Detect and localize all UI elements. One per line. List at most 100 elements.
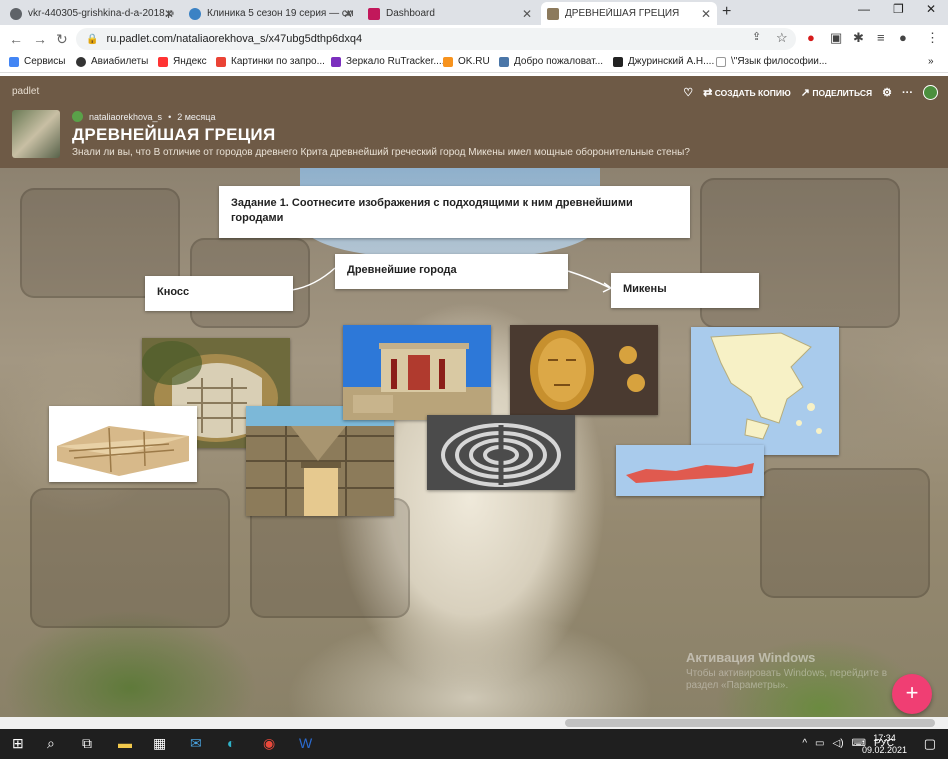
mycenae-card[interactable]: Микены	[611, 273, 759, 308]
install-icon[interactable]: ⇪	[752, 30, 761, 43]
windows-watermark-title: Активация Windows	[686, 650, 816, 665]
tab-title: vkr-440305-grishkina-d-a-2018.pdf	[28, 8, 174, 19]
reload-icon[interactable]: ↻	[56, 31, 68, 48]
browser-tab[interactable]: Dashboard ✕	[362, 2, 538, 25]
padlet-thumbnail	[12, 110, 60, 158]
bookmark-item[interactable]: \"Язык философии...	[716, 56, 827, 67]
share-button[interactable]: ↗ ПОДЕЛИТЬСЯ	[801, 86, 872, 99]
store-icon[interactable]: ▦	[153, 735, 166, 752]
clock-date: 09.02.2021	[862, 745, 908, 755]
share-icon: ↗	[800, 87, 810, 99]
tab-title: Клиника 5 сезон 19 серия — смо	[207, 8, 353, 19]
notification-icon[interactable]: ▢	[924, 736, 936, 752]
volume-icon[interactable]: ◁)	[833, 738, 844, 749]
opera-icon[interactable]: ●	[807, 30, 815, 45]
chrome-icon[interactable]: ◉	[263, 735, 275, 752]
browser-tab[interactable]: Клиника 5 сезон 19 серия — смо ✕	[183, 2, 359, 25]
crete-map[interactable]	[616, 445, 764, 496]
bookmark-item[interactable]: Добро пожаловат...	[499, 56, 603, 67]
padlet-canvas: Задание 1. Соотнесите изображения с подх…	[0, 168, 948, 717]
windows-taskbar: ⊞ ⌕ ⧉ ▬ ▦ ✉ ◐ ◉ W ^ ▭ ◁) ⌨ РУС 17:34 09.…	[0, 729, 948, 759]
clock[interactable]: 17:34 09.02.2021	[862, 732, 907, 756]
remake-icon: ⇄	[703, 87, 713, 99]
bookmarks-overflow-icon[interactable]: »	[928, 56, 934, 67]
site-icon	[613, 56, 623, 67]
bookmark-item[interactable]: OK.RU	[443, 56, 490, 67]
padlet-header: padlet ♡ ⇄ СОЗДАТЬ КОПИЮ ↗ ПОДЕЛИТЬСЯ ⚙ …	[0, 76, 948, 168]
search-icon[interactable]: ⌕	[47, 735, 55, 752]
star-icon[interactable]: ☆	[776, 30, 788, 46]
tray-arrow-icon[interactable]: ^	[802, 738, 807, 749]
bookmark-item[interactable]: Джуринский А.Н....	[613, 56, 714, 67]
gear-icon[interactable]: ⚙	[882, 86, 892, 99]
restore-icon[interactable]: ❐	[893, 2, 904, 16]
site-icon	[331, 56, 341, 67]
yandex-icon	[158, 56, 168, 67]
author-name[interactable]: nataliaorekhova_s	[89, 112, 162, 122]
knossos-palace-photo[interactable]	[343, 325, 491, 420]
cities-card[interactable]: Древнейшие города	[335, 254, 568, 289]
remake-button[interactable]: ⇄ СОЗДАТЬ КОПИЮ	[703, 86, 791, 99]
close-icon[interactable]: ✕	[522, 7, 532, 21]
windows-start-icon[interactable]: ⊞	[12, 735, 24, 752]
url-field[interactable]: 🔒 ru.padlet.com/nataliaorekhova_s/x47ubg…	[76, 28, 796, 50]
ok-icon	[443, 56, 453, 67]
menu-icon[interactable]: ⋮	[926, 30, 939, 46]
page-icon	[716, 56, 726, 67]
post-age: 2 месяца	[177, 111, 216, 122]
avatar[interactable]	[923, 85, 938, 100]
knossos-card[interactable]: Кносс	[145, 276, 293, 311]
clock-time: 17:34	[873, 733, 896, 743]
bookmark-item[interactable]: Яндекс	[158, 56, 207, 67]
browser-tab-active[interactable]: ДРЕВНЕЙШАЯ ГРЕЦИЯ ✕	[541, 2, 717, 25]
google-icon	[216, 56, 226, 67]
site-icon	[189, 7, 201, 20]
globe-icon	[10, 7, 22, 20]
add-post-button[interactable]: +	[892, 674, 932, 714]
back-icon[interactable]: ←	[9, 31, 23, 47]
mail-icon[interactable]: ✉	[190, 735, 202, 752]
padlet-thumb-icon	[547, 7, 559, 20]
bookmark-item[interactable]: Зеркало RuTracker....	[331, 56, 444, 67]
network-icon[interactable]: ▭	[815, 738, 824, 749]
extension-icon[interactable]: ▣	[830, 30, 842, 46]
page-title: ДРЕВНЕЙШАЯ ГРЕЦИЯ	[72, 125, 276, 144]
lock-icon: 🔒	[86, 33, 99, 45]
address-bar: ← → ↻ 🔒 ru.padlet.com/nataliaorekhova_s/…	[0, 25, 948, 53]
task-card[interactable]: Задание 1. Соотнесите изображения с подх…	[219, 186, 690, 238]
close-icon[interactable]: ✕	[701, 7, 711, 21]
file-explorer-icon[interactable]: ▬	[118, 735, 132, 751]
url-text: ru.padlet.com/nataliaorekhova_s/x47ubg5d…	[106, 33, 363, 45]
edge-icon[interactable]: ◐	[227, 735, 235, 751]
close-icon[interactable]: ✕	[164, 7, 174, 21]
scrollbar-thumb[interactable]	[565, 719, 935, 727]
bookmarks-bar: Сервисы Авиабилеты Яндекс Картинки по за…	[0, 53, 948, 73]
minimize-icon[interactable]: —	[858, 2, 870, 16]
media-icon[interactable]: ≡	[877, 30, 885, 45]
windows-watermark-text: Чтобы активировать Windows, перейдите в …	[686, 668, 888, 691]
horizontal-scrollbar[interactable]	[0, 717, 948, 729]
greece-map[interactable]	[691, 327, 839, 455]
labyrinth-photo[interactable]	[427, 415, 575, 490]
palace-reconstruction-photo[interactable]	[49, 406, 197, 482]
heart-icon[interactable]: ♡	[683, 86, 693, 99]
bookmark-item[interactable]: Картинки по запро...	[216, 56, 325, 67]
task-view-icon[interactable]: ⧉	[82, 735, 92, 752]
page-description: Знали ли вы, что В отличие от городов др…	[72, 147, 690, 158]
padlet-logo[interactable]: padlet	[12, 86, 39, 97]
forward-icon[interactable]: →	[33, 31, 47, 47]
lion-gate-photo[interactable]	[246, 406, 394, 516]
tab-title: ДРЕВНЕЙШАЯ ГРЕЦИЯ	[565, 8, 680, 19]
header-actions: ♡ ⇄ СОЗДАТЬ КОПИЮ ↗ ПОДЕЛИТЬСЯ ⚙ ···	[683, 85, 938, 100]
agamemnon-mask-photo[interactable]	[510, 325, 658, 415]
new-tab-icon[interactable]: +	[722, 3, 731, 21]
close-window-icon[interactable]: ✕	[926, 2, 936, 16]
word-icon[interactable]: W	[299, 735, 312, 751]
profile-icon[interactable]: ●	[899, 30, 907, 45]
puzzle-icon[interactable]: ✱	[853, 30, 864, 46]
browser-tab[interactable]: vkr-440305-grishkina-d-a-2018.pdf ✕	[4, 2, 180, 25]
close-icon[interactable]: ✕	[343, 7, 353, 21]
bookmark-item[interactable]: Авиабилеты	[76, 56, 148, 67]
bookmark-services[interactable]: Сервисы	[9, 56, 65, 67]
more-icon[interactable]: ···	[902, 87, 913, 99]
